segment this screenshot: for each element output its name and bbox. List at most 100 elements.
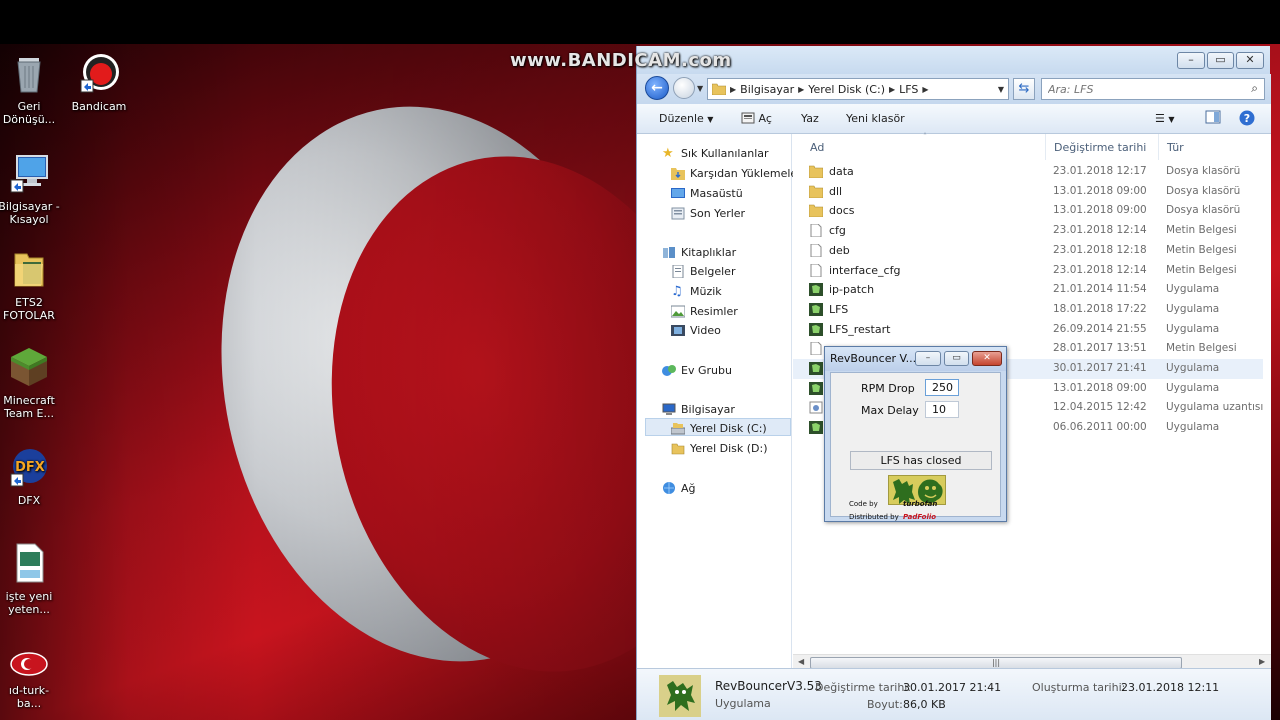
file-type: Uygulama [1166, 362, 1220, 374]
breadcrumb-local-disk-c[interactable]: Yerel Disk (C:) [808, 83, 885, 96]
organize-button[interactable]: Düzenle ▼ [659, 112, 713, 125]
nav-libraries[interactable]: Kitaplıklar [662, 243, 736, 261]
search-input[interactable] [1042, 79, 1232, 99]
burn-button[interactable]: Yaz [801, 112, 819, 125]
max-delay-input[interactable] [925, 401, 959, 418]
file-row[interactable]: data 23.01.2018 12:17 Dosya klasörü [793, 162, 1263, 182]
nav-documents[interactable]: Belgeler [671, 262, 735, 280]
minimize-button[interactable]: – [1177, 52, 1205, 69]
nav-local-disk-d[interactable]: Yerel Disk (D:) [671, 439, 768, 457]
file-name: LFS [829, 302, 849, 316]
libraries-icon [663, 246, 675, 258]
column-header-date[interactable]: Değiştirme tarihi [1054, 141, 1146, 154]
nav-network[interactable]: Ağ [662, 479, 696, 497]
details-modified-value: 30.01.2017 21:41 [903, 681, 1002, 694]
nav-homegroup[interactable]: Ev Grubu [662, 361, 732, 379]
file-type: Dosya klasörü [1166, 165, 1241, 177]
nav-video[interactable]: Video [671, 321, 721, 339]
nav-computer[interactable]: Bilgisayar [662, 400, 735, 418]
file-type: Metin Belgesi [1166, 243, 1237, 256]
file-name: cfg [829, 224, 846, 238]
distributed-by-label: Distributed by [849, 513, 899, 521]
bandicam-icon [80, 54, 119, 93]
dialog-close-button[interactable]: ✕ [972, 351, 1002, 366]
history-dropdown-icon[interactable]: ▼ [697, 84, 703, 93]
close-button[interactable]: ✕ [1236, 52, 1264, 69]
forward-button[interactable] [673, 77, 695, 99]
maximize-button[interactable]: ▭ [1207, 52, 1234, 69]
address-dropdown-icon[interactable]: ▼ [998, 85, 1004, 94]
help-button[interactable]: ? [1239, 110, 1255, 129]
nav-label: Karşıdan Yüklemeler [690, 166, 802, 180]
column-divider[interactable] [1158, 134, 1159, 160]
desktop-icon-turk[interactable]: ıd-turk-ba... [0, 650, 61, 710]
view-options-button[interactable]: ☰ ▼ [1155, 112, 1175, 125]
column-header-name[interactable]: Ad [810, 141, 824, 154]
file-date: 21.01.2014 11:54 [1053, 283, 1147, 296]
scroll-left-icon[interactable]: ◀ [798, 657, 804, 666]
application-icon [809, 322, 823, 336]
desktop-icon-bandicam[interactable]: Bandicam [67, 52, 131, 113]
nav-label: Müzik [690, 284, 722, 298]
dfx-icon: DFX [10, 449, 47, 487]
desktop-icon-ets2-folder[interactable]: ETS2 FOTOLAR [0, 248, 61, 322]
text-document-icon [810, 224, 822, 238]
dialog-titlebar[interactable]: RevBouncer V... – ▭ ✕ [825, 347, 1006, 371]
status-field: LFS has closed [850, 451, 992, 470]
breadcrumb-separator-icon: ▶ [798, 84, 805, 94]
desktop-icon-computer[interactable]: Bilgisayar - Kısayol [0, 152, 61, 226]
folder-icon [809, 205, 823, 218]
desktop-icon-dfx[interactable]: DFX DFX [0, 446, 61, 507]
desktop-icon-recycle-bin[interactable]: Geri Dönüşü... [0, 52, 61, 126]
max-delay-label: Max Delay [861, 404, 919, 417]
file-type: Uygulama [1166, 283, 1220, 296]
file-row[interactable]: interface_cfg 23.01.2018 12:14 Metin Belge… [793, 261, 1263, 281]
breadcrumb-lfs[interactable]: LFS [899, 83, 918, 96]
desktop-icon-label: ıd-turk-ba... [8, 684, 50, 710]
open-icon [741, 112, 755, 124]
nav-desktop[interactable]: Masaüstü [671, 184, 743, 202]
desktop-icon-label: Geri Dönüşü... [2, 100, 56, 126]
dialog-maximize-button[interactable]: ▭ [944, 351, 969, 366]
new-folder-button[interactable]: Yeni klasör [846, 112, 905, 125]
desktop-icon-label: işte yeni yeten... [5, 590, 53, 616]
refresh-button[interactable]: ⇆ [1013, 78, 1035, 100]
file-row[interactable]: LFS_restart 26.09.2014 21:55 Uygulama [793, 320, 1263, 340]
file-row[interactable]: deb 23.01.2018 12:18 Metin Belgesi [793, 241, 1263, 261]
file-row[interactable]: docs 13.01.2018 09:00 Dosya klasörü [793, 201, 1263, 221]
nav-favorites[interactable]: ★ Sık Kullanılanlar [662, 144, 769, 162]
column-divider[interactable] [1045, 134, 1046, 160]
back-button[interactable]: ← [645, 76, 669, 100]
nav-recent-places[interactable]: Son Yerler [671, 204, 745, 222]
breadcrumb-computer[interactable]: Bilgisayar [740, 83, 794, 96]
scroll-right-icon[interactable]: ▶ [1259, 657, 1265, 666]
nav-downloads[interactable]: Karşıdan Yüklemeler [671, 164, 802, 182]
desktop-icon-label: ETS2 FOTOLAR [3, 296, 55, 322]
network-icon [663, 481, 675, 494]
nav-pictures[interactable]: Resimler [671, 302, 738, 320]
desktop-icon-avi-file[interactable]: işte yeni yeten... [0, 542, 61, 616]
file-row[interactable]: LFS 18.01.2018 17:22 Uygulama [793, 300, 1263, 320]
file-type: Uygulama [1166, 421, 1220, 434]
file-date: 30.01.2017 21:41 [1053, 362, 1147, 374]
file-row[interactable]: cfg 23.01.2018 12:14 Metin Belgesi [793, 221, 1263, 241]
text-document-icon [810, 243, 822, 257]
file-type: Uygulama [1166, 322, 1220, 335]
file-date: 12.04.2015 12:42 [1053, 401, 1147, 414]
nav-local-disk-c[interactable]: Yerel Disk (C:) [671, 419, 767, 437]
open-button[interactable]: Aç [741, 112, 772, 125]
column-header-type[interactable]: Tür [1167, 141, 1184, 154]
desktop-icon-minecraft[interactable]: Minecraft Team E... [0, 346, 61, 420]
dialog-minimize-button[interactable]: – [915, 351, 941, 366]
address-bar[interactable]: ▶ Bilgisayar ▶ Yerel Disk (C:) ▶ LFS ▶ ▼ [707, 78, 1009, 100]
file-name: docs [829, 204, 855, 218]
folder-icon [712, 83, 726, 95]
search-icon[interactable]: ⌕ [1251, 81, 1258, 96]
file-row[interactable]: dll 13.01.2018 09:00 Dosya klasörü [793, 182, 1263, 202]
preview-pane-button[interactable] [1205, 110, 1221, 127]
file-row[interactable]: ip-patch 21.01.2014 11:54 Uygulama [793, 280, 1263, 300]
nav-music[interactable]: ♫ Müzik [671, 282, 722, 300]
rpm-drop-input[interactable] [925, 379, 959, 396]
desktop-icon [671, 187, 685, 198]
computer-icon [662, 403, 676, 415]
